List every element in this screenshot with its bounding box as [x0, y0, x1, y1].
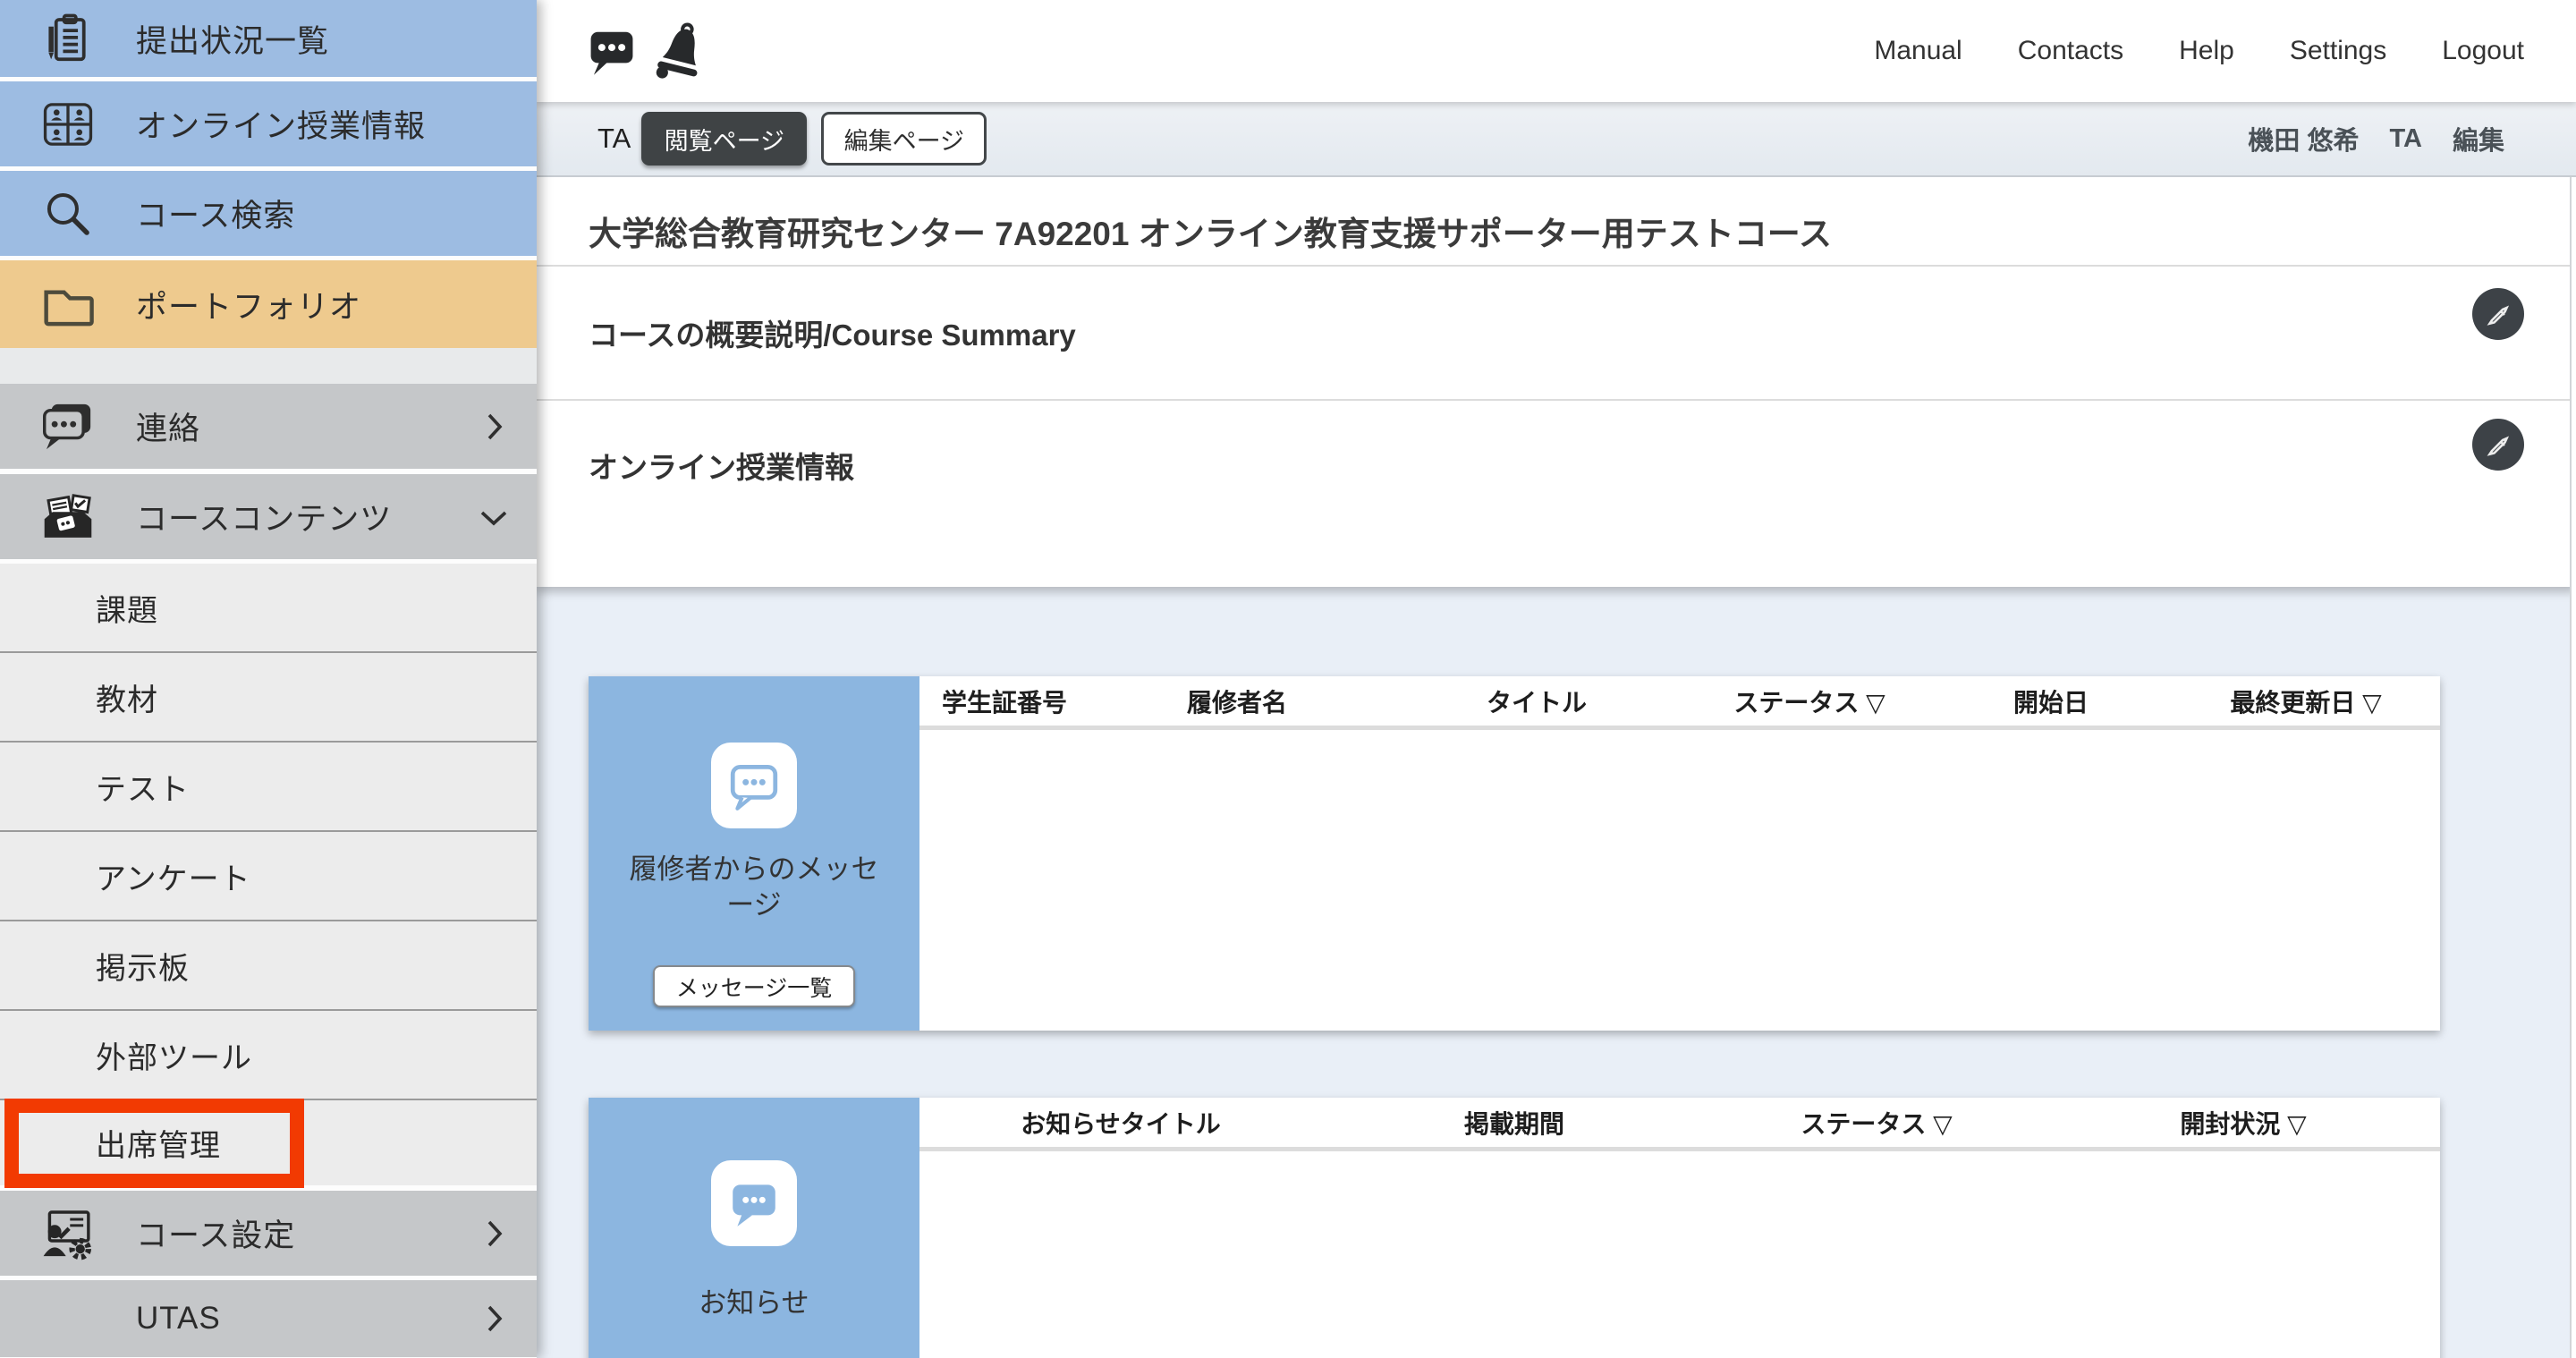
table-body-empty	[919, 730, 2440, 1031]
sidebar-item-attendance[interactable]: 出席管理	[0, 1100, 537, 1185]
video-meeting-icon	[36, 92, 100, 157]
sidebar-item-submission-status[interactable]: 提出状況一覧	[0, 0, 537, 77]
sidebar-item-label: 提出状況一覧	[136, 16, 329, 62]
announcements-table: お知らせタイトル 掲載期間 ステータス ▽ 開封状況 ▽	[919, 1098, 2440, 1358]
course-header-panel: 大学総合教育研究センター 7A92201 オンライン教育支援サポーター用テストコ…	[537, 177, 2576, 587]
column-header: 学生証番号	[919, 683, 1089, 719]
content-box-icon	[36, 485, 100, 549]
main-area: Manual Contacts Help Settings Logout TA …	[537, 0, 2576, 1358]
sidebar-item-label: 課題	[96, 586, 158, 630]
user-name: 機田 悠希	[2248, 120, 2359, 157]
section-online-class-info: オンライン授業情報	[537, 401, 2576, 585]
sidebar: 提出状況一覧 オンライン授業情報	[0, 0, 537, 1358]
section-title: コースの概要説明/Course Summary	[537, 267, 2576, 354]
user-role-badge: TA	[2389, 124, 2422, 154]
edit-pencil-button[interactable]	[2472, 419, 2524, 471]
sidebar-item-portfolio[interactable]: ポートフォリオ	[0, 260, 537, 348]
vertical-scrollbar[interactable]	[2570, 177, 2576, 1358]
search-icon	[36, 182, 100, 246]
column-header: タイトル	[1385, 683, 1689, 719]
column-header-sortable[interactable]: 最終更新日 ▽	[2172, 683, 2440, 719]
sidebar-item-label: ポートフォリオ	[136, 282, 361, 327]
nav-link-settings[interactable]: Settings	[2290, 36, 2386, 66]
sidebar-item-contact[interactable]: 連絡	[0, 384, 537, 469]
sidebar-item-course-settings[interactable]: コース設定	[0, 1191, 537, 1276]
sidebar-item-label: コース設定	[136, 1210, 295, 1256]
student-messages-table: 学生証番号 履修者名 タイトル ステータス ▽ 開始日 最終更新日 ▽	[919, 676, 2440, 1031]
sidebar-item-label: テスト	[96, 765, 190, 809]
sidebar-item-surveys[interactable]: アンケート	[0, 832, 537, 921]
table-body-empty	[919, 1151, 2440, 1358]
column-header-sortable[interactable]: ステータス ▽	[1707, 1105, 2046, 1141]
page-mode-bar: TA 閲覧ページ 編集ページ 機田 悠希 TA 編集	[537, 102, 2576, 177]
sidebar-item-utas[interactable]: UTAS	[0, 1280, 537, 1357]
sidebar-item-label: 連絡	[136, 403, 200, 449]
edit-page-button[interactable]: 編集ページ	[821, 112, 987, 166]
edit-pencil-button[interactable]	[2472, 288, 2524, 340]
course-settings-icon	[36, 1201, 100, 1266]
user-edit-link[interactable]: 編集	[2453, 120, 2504, 157]
table-header-row: お知らせタイトル 掲載期間 ステータス ▽ 開封状況 ▽	[919, 1098, 2440, 1151]
page-title: 大学総合教育研究センター 7A92201 オンライン教育支援サポーター用テストコ…	[589, 207, 2576, 255]
messages-icon[interactable]	[583, 19, 640, 83]
sidebar-item-course-contents[interactable]: コースコンテンツ	[0, 474, 537, 559]
course-title-row: 大学総合教育研究センター 7A92201 オンライン教育支援サポーター用テストコ…	[537, 177, 2576, 267]
sidebar-item-label: コース検索	[136, 191, 295, 236]
sidebar-item-label: 外部ツール	[96, 1033, 252, 1077]
announcements-tile: お知らせ	[589, 1098, 919, 1358]
chat-bubbles-icon	[36, 395, 100, 459]
folder-icon	[36, 272, 100, 336]
sidebar-item-course-search[interactable]: コース検索	[0, 171, 537, 256]
sidebar-item-label: UTAS	[136, 1301, 221, 1337]
student-messages-tile: 履修者からのメッセージ メッセージ一覧	[589, 676, 919, 1031]
sidebar-item-online-class-info[interactable]: オンライン授業情報	[0, 81, 537, 166]
chevron-right-icon	[474, 1299, 513, 1338]
sidebar-item-label: アンケート	[96, 854, 251, 898]
column-header-sortable[interactable]: 開封状況 ▽	[2046, 1105, 2440, 1141]
sidebar-spacer	[0, 348, 537, 384]
nav-link-help[interactable]: Help	[2179, 36, 2234, 66]
column-header: 開始日	[1930, 683, 2172, 719]
nav-link-manual[interactable]: Manual	[1874, 36, 1962, 66]
chevron-right-icon	[474, 1214, 513, 1253]
section-course-summary: コースの概要説明/Course Summary	[537, 267, 2576, 401]
chevron-right-icon	[474, 407, 513, 446]
sidebar-item-label: 出席管理	[96, 1121, 221, 1165]
sidebar-item-label: 教材	[96, 675, 158, 719]
column-header-sortable[interactable]: ステータス ▽	[1689, 683, 1930, 719]
section-title: オンライン授業情報	[537, 401, 2576, 487]
message-list-button[interactable]: メッセージ一覧	[653, 965, 856, 1007]
message-bubble-icon	[711, 743, 797, 828]
top-nav: Manual Contacts Help Settings Logout	[1874, 36, 2524, 66]
student-messages-widget: 履修者からのメッセージ メッセージ一覧 学生証番号 履修者名 タイトル ステータ…	[589, 676, 2440, 1031]
chevron-down-icon	[474, 497, 513, 537]
view-page-button[interactable]: 閲覧ページ	[641, 112, 807, 166]
role-label: TA	[597, 123, 631, 155]
sidebar-item-board[interactable]: 掲示板	[0, 921, 537, 1011]
widgets-area: 履修者からのメッセージ メッセージ一覧 学生証番号 履修者名 タイトル ステータ…	[537, 587, 2576, 1358]
user-area: 機田 悠希 TA 編集	[2248, 120, 2504, 157]
column-header: 履修者名	[1089, 683, 1385, 719]
sidebar-item-external-tools[interactable]: 外部ツール	[0, 1011, 537, 1100]
announcements-widget: お知らせ お知らせタイトル 掲載期間 ステータス ▽ 開封状況 ▽	[589, 1098, 2440, 1358]
sidebar-item-materials[interactable]: 教材	[0, 653, 537, 743]
column-header: 掲載期間	[1322, 1105, 1707, 1141]
nav-link-contacts[interactable]: Contacts	[2018, 36, 2123, 66]
tile-label: 履修者からのメッセージ	[623, 852, 885, 923]
tile-label: お知らせ	[699, 1286, 809, 1321]
nav-link-logout[interactable]: Logout	[2442, 36, 2524, 66]
notifications-bell-icon[interactable]	[653, 19, 710, 83]
sidebar-item-label: 掲示板	[96, 944, 190, 988]
column-header: お知らせタイトル	[919, 1105, 1322, 1141]
lms-page: 提出状況一覧 オンライン授業情報	[0, 0, 2576, 1358]
clipboard-icon	[36, 6, 100, 71]
announcement-bubble-icon	[711, 1160, 797, 1246]
sidebar-item-tests[interactable]: テスト	[0, 743, 537, 832]
table-header-row: 学生証番号 履修者名 タイトル ステータス ▽ 開始日 最終更新日 ▽	[919, 676, 2440, 730]
top-toolbar: Manual Contacts Help Settings Logout	[537, 0, 2576, 102]
sidebar-item-label: オンライン授業情報	[136, 101, 426, 147]
sidebar-item-label: コースコンテンツ	[136, 494, 392, 539]
sidebar-item-assignments[interactable]: 課題	[0, 564, 537, 653]
